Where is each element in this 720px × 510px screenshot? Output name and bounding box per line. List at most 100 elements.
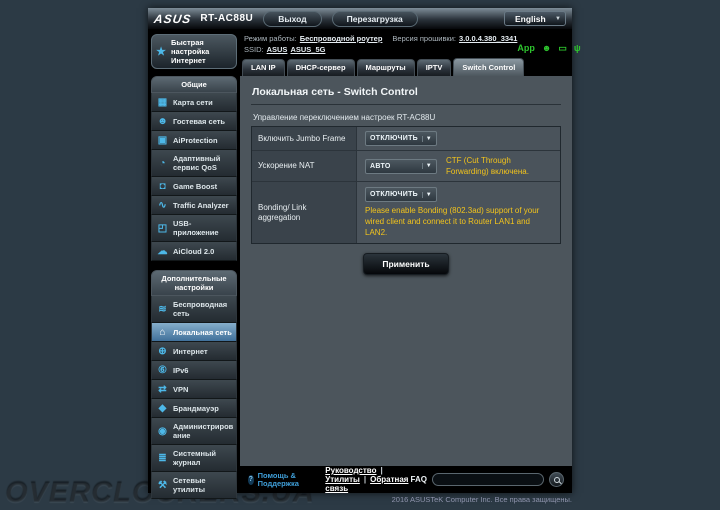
sidebar-item-label: Сетевые утилиты: [173, 476, 206, 494]
language-dropdown[interactable]: English ▼: [504, 11, 566, 26]
bonding-label: Bonding/ Link aggregation: [252, 182, 357, 243]
router-admin-panel: ASUS RT-AC88U Выход Перезагрузка English…: [148, 8, 581, 499]
log-icon: ≣: [158, 452, 167, 464]
sidebar-item-label: Локальная сеть: [173, 327, 232, 337]
tab-iptv[interactable]: IPTV: [416, 59, 452, 76]
sidebar-item-network-map[interactable]: ▦ Карта сети: [151, 93, 237, 112]
mode-link[interactable]: Беспроводной роутер: [300, 34, 383, 43]
chevron-down-icon: ▼: [421, 135, 432, 142]
sidebar-item-label: Системный журнал: [173, 449, 217, 467]
footer-links: Руководство |Утилиты | Обратная связь: [325, 466, 410, 493]
sidebar-section-1: Дополнительные настройки ≋ Беспроводная се…: [151, 270, 237, 499]
admin-icon: ◉: [158, 425, 167, 437]
app-link[interactable]: App: [517, 43, 535, 53]
faq-search: FAQ: [411, 472, 564, 487]
globe-icon: ⊕: [158, 345, 167, 357]
sidebar-item-label: Интернет: [173, 346, 208, 356]
question-mark-icon: ?: [248, 474, 254, 485]
ssid-primary-link[interactable]: ASUS: [267, 45, 288, 54]
sidebar-item-game-boost[interactable]: ◘ Game Boost: [151, 177, 237, 196]
usb-icon[interactable]: ψ: [574, 43, 581, 53]
sidebar-item-guest-network[interactable]: ☻ Гостевая сеть: [151, 112, 237, 131]
sidebar-item-wan[interactable]: ⊕ Интернет: [151, 342, 237, 361]
monitor-icon[interactable]: ▭: [558, 43, 567, 53]
sidebar-item-adaptive-qos[interactable]: ◔ Адаптивный сервис QoS: [151, 150, 237, 177]
apply-button[interactable]: Применить: [363, 253, 449, 275]
footer-link-manual[interactable]: Руководство: [325, 466, 376, 475]
logout-button[interactable]: Выход: [263, 10, 322, 27]
sidebar-item-aiprotection[interactable]: ▣ AiProtection: [151, 131, 237, 150]
sidebar-item-ipv6[interactable]: ⑥ IPv6: [151, 361, 237, 380]
sidebar-item-lan[interactable]: ⌂ Локальная сеть: [151, 323, 237, 342]
bonding-select[interactable]: Отключить ▼: [365, 187, 437, 202]
sidebar-item-label: AiProtection: [173, 135, 218, 145]
ipv6-icon: ⑥: [158, 364, 167, 376]
faq-search-input[interactable]: [432, 473, 544, 486]
sidebar-item-firewall[interactable]: ◆ Брандмауэр: [151, 399, 237, 418]
language-value: English: [515, 13, 546, 24]
jumbo-frame-label: Включить Jumbo Frame: [252, 127, 357, 150]
firmware-label: Версия прошивки:: [392, 34, 456, 43]
link-separator: |: [363, 475, 367, 484]
chevron-down-icon: ▼: [555, 15, 561, 22]
table-row-bonding: Bonding/ Link aggregation Отключить ▼ Pl…: [252, 182, 560, 243]
table-row-nat-acceleration: Ускорение NAT Авто ▼ CTF (Cut Through Fo…: [252, 151, 560, 182]
tab-lan-ip[interactable]: LAN IP: [242, 59, 285, 76]
sidebar-item-label: Беспроводная сеть: [173, 300, 228, 318]
sidebar: ★ Быстрая настройка Интернет Общие ▦ Карта…: [148, 30, 240, 499]
mode-firmware-line: Режим работы: Беспроводной роутер Версия п…: [244, 33, 517, 44]
chevron-down-icon: ▼: [421, 163, 432, 169]
shield-icon: ◆: [158, 402, 167, 414]
faq-label: FAQ: [410, 475, 427, 484]
help-support-label: Помощь & Поддержка: [257, 470, 299, 488]
info-bar: Режим работы: Беспроводной роутер Версия п…: [240, 30, 581, 56]
sidebar-item-label: AiCloud 2.0: [173, 246, 215, 256]
wrench-icon: ⚒: [158, 479, 167, 491]
tab-switch-control[interactable]: Switch Control: [453, 58, 525, 76]
table-row-jumbo-frame: Включить Jumbo Frame Отключить ▼: [252, 127, 560, 151]
chart-icon: ∿: [158, 199, 167, 211]
help-support-link[interactable]: ? Помощь & Поддержка: [248, 470, 303, 488]
link-separator: |: [380, 466, 383, 475]
content-area: Локальная сеть - Switch Control Управлен…: [240, 76, 572, 466]
reboot-button[interactable]: Перезагрузка: [331, 10, 418, 27]
sidebar-item-label: IPv6: [173, 365, 189, 375]
sidebar-section-title: Общие: [151, 76, 237, 93]
sidebar-item-wireless[interactable]: ≋ Беспроводная сеть: [151, 296, 237, 323]
tab-dhcp-server[interactable]: DHCP-сервер: [286, 59, 355, 76]
ssid-secondary-link[interactable]: ASUS_5G: [290, 45, 325, 54]
sidebar-item-aicloud[interactable]: ☁ AiCloud 2.0: [151, 242, 237, 261]
firmware-link[interactable]: 3.0.0.4.380_3341: [459, 34, 517, 43]
nat-acceleration-label: Ускорение NAT: [252, 151, 357, 181]
wifi-icon: ≋: [158, 303, 167, 315]
jumbo-frame-select[interactable]: Отключить ▼: [365, 131, 437, 146]
sidebar-item-usb-app[interactable]: ◰ USB-приложение: [151, 215, 237, 242]
lock-icon: ▣: [157, 134, 168, 146]
magic-wand-icon: ★: [156, 46, 166, 58]
nat-acceleration-note: CTF (Cut Through Forwarding) включена.: [446, 156, 529, 176]
sidebar-item-label: Game Boost: [173, 181, 218, 191]
vpn-icon: ⇄: [158, 383, 167, 395]
nat-acceleration-select[interactable]: Авто ▼: [365, 158, 437, 174]
faq-search-button[interactable]: [549, 472, 564, 487]
sidebar-item-label: Брандмауэр: [173, 403, 219, 413]
magnifier-icon: [553, 476, 560, 483]
copyright-text: 2016 ASUSTeK Computer Inc. Все права защ…: [391, 495, 572, 504]
sidebar-item-administration[interactable]: ◉ Администрирование: [151, 418, 237, 445]
sidebar-item-traffic-analyzer[interactable]: ∿ Traffic Analyzer: [151, 196, 237, 215]
gauge-icon: ◔: [159, 157, 166, 169]
sidebar-item-system-log[interactable]: ≣ Системный журнал: [151, 445, 237, 472]
puzzle-icon: ◰: [157, 222, 168, 234]
client-icon[interactable]: ☻: [542, 43, 551, 53]
sidebar-section-0: Общие ▦ Карта сети ☻ Гостевая сеть ▣ AiProtect…: [151, 76, 237, 261]
sidebar-item-label: Карта сети: [173, 97, 213, 107]
sidebar-item-vpn[interactable]: ⇄ VPN: [151, 380, 237, 399]
quick-setup-button[interactable]: ★ Быстрая настройка Интернет: [151, 34, 237, 69]
ssid-label: SSID:: [244, 45, 264, 54]
tab-routes[interactable]: Маршруты: [356, 59, 415, 76]
jumbo-frame-value: Отключить: [370, 135, 418, 142]
sidebar-item-label: Гостевая сеть: [173, 116, 226, 126]
footer-bar: ? Помощь & Поддержка Руководство |Утилиты…: [240, 466, 572, 493]
sidebar-section-title: Дополнительные настройки: [151, 270, 237, 296]
footer-link-utilities[interactable]: Утилиты: [325, 475, 360, 484]
